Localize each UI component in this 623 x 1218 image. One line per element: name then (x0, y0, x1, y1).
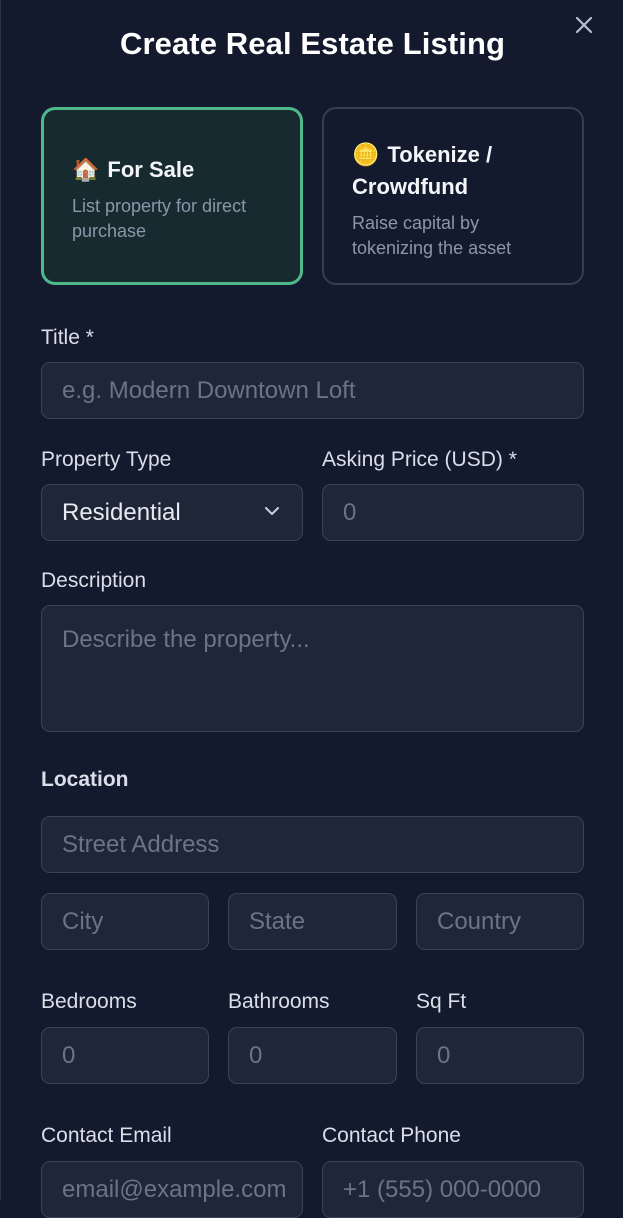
contact-email-input[interactable]: email@example.com (41, 1161, 303, 1218)
sqft-label: Sq Ft (416, 990, 467, 1013)
contact-email-placeholder: email@example.com (62, 1175, 287, 1203)
card-description: List property for direct purchase (72, 196, 247, 241)
asking-price-input[interactable]: 0 (322, 484, 584, 541)
contact-phone-input[interactable]: +1 (555) 000-0000 (322, 1161, 584, 1218)
bathrooms-placeholder: 0 (249, 1041, 263, 1069)
bedrooms-input[interactable]: 0 (41, 1027, 209, 1084)
asking-price-placeholder: 0 (343, 498, 357, 526)
sqft-input[interactable]: 0 (416, 1027, 584, 1084)
coin-icon: 🪙 (352, 142, 380, 167)
city-placeholder: City (62, 907, 104, 935)
property-type-select[interactable]: Residential (41, 484, 303, 541)
listing-type-tokenize-card[interactable]: 🪙 Tokenize / Crowdfund Raise capital by t… (322, 107, 584, 285)
description-textarea[interactable]: Describe the property... (41, 605, 584, 732)
property-type-label: Property Type (41, 448, 172, 471)
modal-title: Create Real Estate Listing (119, 26, 506, 61)
country-placeholder: Country (437, 907, 522, 935)
bathrooms-input[interactable]: 0 (228, 1027, 397, 1084)
city-input[interactable]: City (41, 893, 209, 950)
title-placeholder: e.g. Modern Downtown Loft (62, 376, 356, 404)
card-description: Raise capital by tokenizing the asset (352, 213, 512, 258)
listing-type-for-sale-card[interactable]: 🏠 For Sale List property for direct purch… (41, 107, 303, 285)
asking-price-label: Asking Price (USD) * (322, 448, 517, 471)
chevron-down-icon (265, 507, 279, 515)
property-type-value: Residential (62, 498, 181, 526)
street-address-placeholder: Street Address (62, 830, 220, 858)
title-label: Title * (41, 326, 94, 349)
contact-email-label: Contact Email (41, 1124, 172, 1147)
bathrooms-label: Bathrooms (228, 990, 330, 1013)
bedrooms-label: Bedrooms (41, 990, 137, 1013)
house-icon: 🏠 (72, 157, 100, 182)
location-label: Location (41, 768, 129, 791)
contact-phone-placeholder: +1 (555) 000-0000 (343, 1175, 542, 1203)
description-placeholder: Describe the property... (62, 626, 310, 653)
description-label: Description (41, 569, 147, 592)
title-input[interactable]: e.g. Modern Downtown Loft (41, 362, 584, 419)
country-input[interactable]: Country (416, 893, 584, 950)
state-input[interactable]: State (228, 893, 397, 950)
bedrooms-placeholder: 0 (62, 1041, 76, 1069)
street-address-input[interactable]: Street Address (41, 816, 584, 873)
card-label: For Sale (107, 157, 195, 182)
create-listing-modal: Create Real Estate Listing 🏠 For Sale Lis… (0, 0, 623, 1218)
sqft-placeholder: 0 (437, 1041, 451, 1069)
contact-phone-label: Contact Phone (322, 1124, 461, 1147)
state-placeholder: State (249, 907, 306, 935)
